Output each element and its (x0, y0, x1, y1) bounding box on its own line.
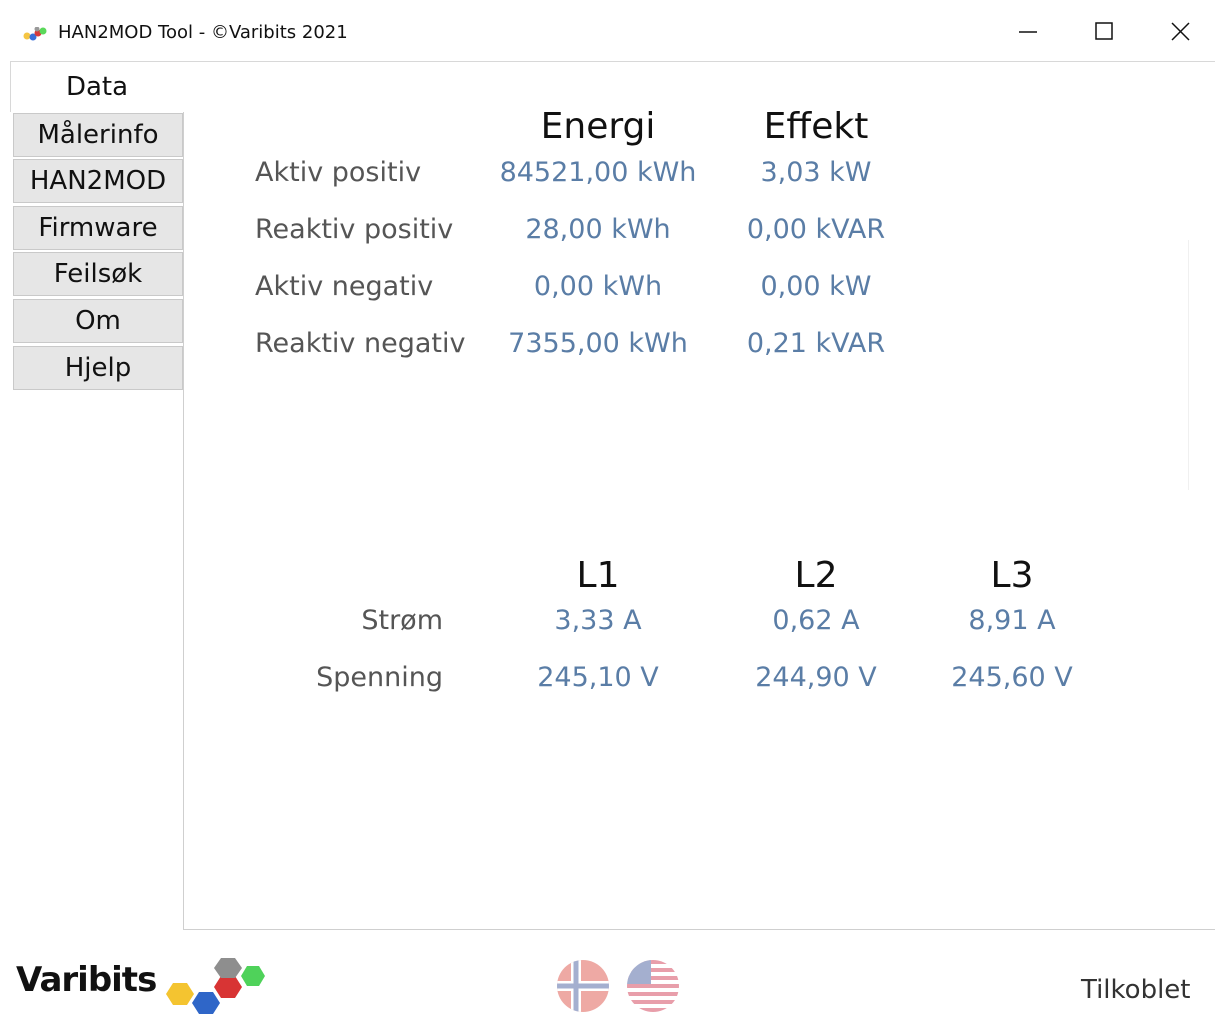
row-label-reaktiv-positiv: Reaktiv positiv (255, 214, 454, 245)
close-button[interactable] (1158, 12, 1204, 52)
close-icon (1171, 22, 1190, 41)
divider (1188, 240, 1189, 490)
panel-border (183, 112, 184, 930)
row-label-strom: Strøm (361, 605, 443, 636)
current-value-l3: 8,91 A (968, 605, 1056, 636)
energy-value: 0,00 kWh (533, 271, 663, 302)
norway-flag-icon[interactable] (557, 960, 609, 1012)
energy-value: 28,00 kWh (525, 214, 671, 245)
phase-header-l3: L3 (990, 555, 1034, 596)
energy-value: 7355,00 kWh (508, 328, 688, 359)
row-label-aktiv-positiv: Aktiv positiv (255, 157, 422, 188)
connection-status: Tilkoblet (1081, 975, 1191, 1005)
voltage-value-l1: 245,10 V (537, 662, 659, 693)
row-label-aktiv-negativ: Aktiv negativ (255, 271, 434, 302)
phase-header-l1: L1 (576, 555, 620, 596)
usa-flag-icon[interactable] (627, 960, 679, 1012)
tab-firmware[interactable]: Firmware (13, 206, 183, 250)
energy-value: 84521,00 kWh (499, 157, 697, 188)
title-separator (10, 61, 1215, 62)
row-label-spenning: Spenning (316, 662, 443, 693)
power-value: 0,21 kVAR (746, 328, 886, 359)
energy-header: Energi (540, 106, 656, 147)
power-value: 0,00 kW (760, 271, 872, 302)
tab-han2mod[interactable]: HAN2MOD (13, 159, 183, 203)
voltage-value-l3: 245,60 V (951, 662, 1073, 693)
panel-border-bottom (183, 929, 1215, 930)
app-icon (23, 27, 47, 41)
tab-data[interactable]: Data (10, 62, 183, 112)
power-header: Effekt (763, 106, 869, 147)
maximize-button[interactable] (1082, 12, 1128, 52)
varibits-logo-icon (166, 958, 265, 1014)
power-value: 3,03 kW (760, 157, 872, 188)
tab-om[interactable]: Om (13, 299, 183, 343)
title-bar: HAN2MOD Tool - ©Varibits 2021 (0, 0, 1215, 62)
varibits-logo: Varibits (16, 960, 157, 1000)
minimize-button[interactable] (1006, 12, 1052, 52)
power-value: 0,00 kVAR (746, 214, 886, 245)
tab-malerinfo[interactable]: Målerinfo (13, 113, 183, 157)
row-label-reaktiv-negativ: Reaktiv negativ (255, 328, 466, 359)
tab-hjelp[interactable]: Hjelp (13, 346, 183, 390)
window-title: HAN2MOD Tool - ©Varibits 2021 (58, 22, 348, 43)
minimize-icon (1019, 31, 1037, 33)
current-value-l1: 3,33 A (554, 605, 642, 636)
tab-feilsok[interactable]: Feilsøk (13, 252, 183, 296)
maximize-icon (1095, 22, 1113, 40)
